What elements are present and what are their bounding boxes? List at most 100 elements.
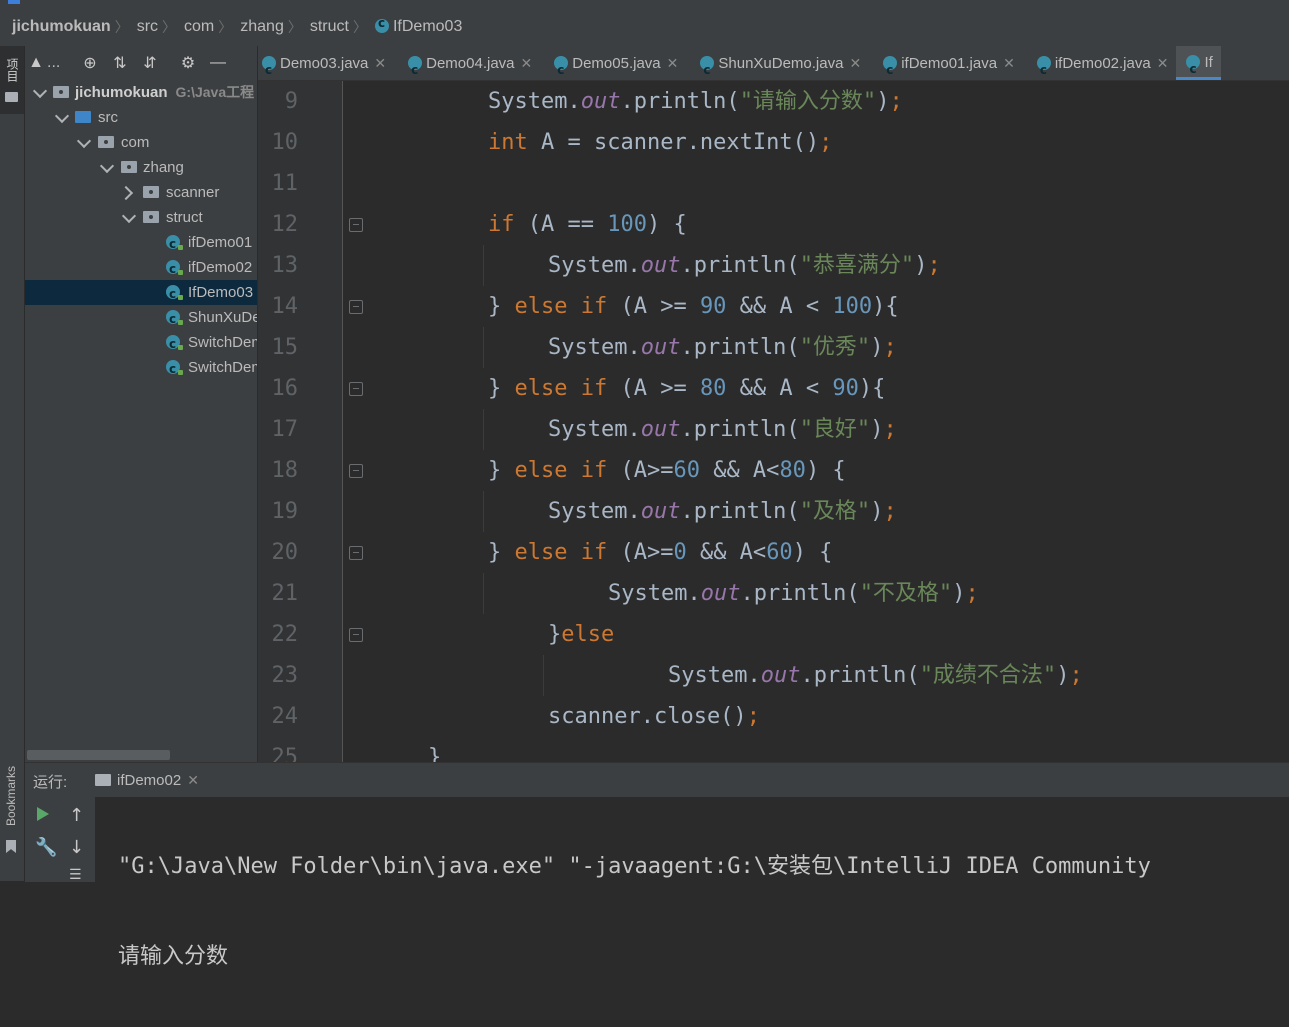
tree-file-item[interactable]: ifDemo02 xyxy=(25,255,257,282)
breadcrumb-project[interactable]: jichumokuan xyxy=(0,18,115,36)
expand-all-icon[interactable]: ⇅ xyxy=(105,53,135,73)
hide-panel-icon[interactable]: — xyxy=(203,54,233,72)
console-output[interactable]: "G:\Java\New Folder\bin\java.exe" "-java… xyxy=(118,797,1151,1027)
line-number: 14 xyxy=(271,294,299,319)
close-icon[interactable]: ✕ xyxy=(521,55,533,71)
close-icon[interactable]: ✕ xyxy=(1157,55,1169,71)
code-line: }else xyxy=(548,622,615,647)
code-line: } else if (A>=0 && A<60) { xyxy=(488,540,833,565)
tree-file-label: IfDemo03 xyxy=(188,284,254,301)
chevron-down-icon[interactable] xyxy=(76,133,92,149)
collapse-all-icon[interactable]: ⇵ xyxy=(135,53,165,73)
folder-icon xyxy=(5,92,18,102)
close-icon[interactable]: ✕ xyxy=(849,55,861,71)
tree-file-item[interactable]: SwitchDemo xyxy=(25,355,257,382)
gutter-border xyxy=(342,81,343,762)
fold-marker-icon[interactable] xyxy=(349,546,363,560)
source-folder-icon xyxy=(75,111,91,123)
code-line: } else if (A >= 90 && A < 100){ xyxy=(488,294,899,319)
locate-icon[interactable]: ⊕ xyxy=(75,53,105,73)
code-line: System.out.println("及格"); xyxy=(548,499,897,524)
rerun-icon[interactable] xyxy=(37,807,49,821)
breadcrumb-struct[interactable]: struct xyxy=(302,18,353,36)
chevron-down-icon[interactable] xyxy=(32,83,48,99)
code-line: } xyxy=(428,745,442,762)
fold-marker-icon[interactable] xyxy=(349,300,363,314)
fold-marker-icon[interactable] xyxy=(349,464,363,478)
line-number: 22 xyxy=(271,622,299,647)
tab-demo03[interactable]: Demo03.java ✕ xyxy=(258,46,394,80)
string-literal: "成绩不合法" xyxy=(919,663,1057,688)
close-icon[interactable]: ✕ xyxy=(187,772,199,788)
breadcrumb-src[interactable]: src xyxy=(129,18,162,36)
chevron-down-icon[interactable] xyxy=(121,208,137,224)
tab-label: Demo04.java xyxy=(426,55,515,72)
tree-item-com[interactable]: com xyxy=(25,130,257,155)
class-icon xyxy=(883,53,898,80)
indent-guide xyxy=(543,655,544,696)
code-line: } else if (A>=60 && A<80) { xyxy=(488,458,846,483)
breadcrumb-file-label: IfDemo03 xyxy=(392,18,463,35)
class-icon xyxy=(166,332,183,357)
breadcrumb-zhang[interactable]: zhang xyxy=(232,18,288,36)
tree-root-label: jichumokuan xyxy=(75,84,168,101)
line-number: 24 xyxy=(271,704,299,729)
scroll-down-icon[interactable]: ↓ xyxy=(69,837,84,858)
string-literal: "良好" xyxy=(799,417,871,442)
chevron-down-icon[interactable] xyxy=(54,108,70,124)
run-tab-ifdemo02[interactable]: ifDemo02 ✕ xyxy=(87,763,207,797)
tree-item-root[interactable]: jichumokuan G:\Java工程 xyxy=(25,80,257,105)
close-icon[interactable]: ✕ xyxy=(374,55,386,71)
tree-file-item[interactable]: SwitchDemo xyxy=(25,330,257,357)
tab-ifdemo02[interactable]: ifDemo02.java ✕ xyxy=(1023,46,1177,80)
project-view-more[interactable]: ... xyxy=(47,54,75,72)
line-number: 21 xyxy=(271,581,299,606)
tab-demo05[interactable]: Demo05.java ✕ xyxy=(540,46,686,80)
fold-marker-icon[interactable] xyxy=(349,218,363,232)
breadcrumb-file[interactable]: IfDemo03 xyxy=(367,16,466,36)
tree-file-item[interactable]: ifDemo01 xyxy=(25,230,257,257)
console-line: "G:\Java\New Folder\bin\java.exe" "-java… xyxy=(118,854,1151,879)
line-number: 16 xyxy=(271,376,299,401)
tab-shunxudemo[interactable]: ShunXuDemo.java ✕ xyxy=(686,46,869,80)
wrench-icon[interactable]: 🔧 xyxy=(35,837,57,858)
class-icon xyxy=(166,307,183,332)
indent-guide xyxy=(483,245,484,286)
code-editor[interactable]: 9 10 11 12 13 14 15 16 17 18 19 20 21 22… xyxy=(258,81,1289,762)
fold-marker-icon[interactable] xyxy=(349,382,363,396)
tree-file-label: SwitchDemo xyxy=(188,359,257,376)
bookmark-icon[interactable] xyxy=(6,840,16,853)
chevron-right-icon[interactable] xyxy=(118,185,134,201)
breadcrumb: jichumokuan〉 src〉 com〉 zhang〉 struct〉 If… xyxy=(0,8,1289,47)
project-tool-button[interactable]: 项目 xyxy=(0,46,24,114)
tree-item-scanner[interactable]: scanner xyxy=(25,180,257,205)
bookmarks-tool-label[interactable]: Bookmarks xyxy=(4,766,18,826)
line-number: 9 xyxy=(284,89,298,114)
breadcrumb-separator: 〉 xyxy=(287,19,302,35)
indent-guide xyxy=(483,409,484,450)
scroll-up-icon[interactable]: ↑ xyxy=(69,805,84,826)
tree-item-src[interactable]: src xyxy=(25,105,257,130)
line-number: 12 xyxy=(271,212,299,237)
breadcrumb-com[interactable]: com xyxy=(176,18,218,36)
tree-item-struct[interactable]: struct xyxy=(25,205,257,230)
line-number: 15 xyxy=(271,335,299,360)
project-view-icon[interactable]: ▲ xyxy=(25,54,47,72)
tree-file-item[interactable]: ShunXuDemo xyxy=(25,305,257,332)
tree-file-item-selected[interactable]: IfDemo03 xyxy=(25,280,257,307)
run-toolbar: ↑ 🔧 ↓ ☰ xyxy=(25,797,95,883)
package-icon xyxy=(98,136,114,148)
close-icon[interactable]: ✕ xyxy=(667,55,679,71)
chevron-down-icon[interactable] xyxy=(99,158,115,174)
close-icon[interactable]: ✕ xyxy=(1003,55,1015,71)
tree-item-zhang[interactable]: zhang xyxy=(25,155,257,180)
class-icon xyxy=(1036,53,1051,80)
gear-icon[interactable]: ⚙ xyxy=(173,53,203,73)
code-line: System.out.println("请输入分数"); xyxy=(488,89,903,114)
string-literal: "请输入分数" xyxy=(739,89,877,114)
tab-ifdemo01[interactable]: ifDemo01.java ✕ xyxy=(869,46,1023,80)
tab-ifdemo03-active[interactable]: If xyxy=(1176,46,1221,80)
tab-demo04[interactable]: Demo04.java ✕ xyxy=(394,46,540,80)
horizontal-scrollbar[interactable] xyxy=(27,750,170,760)
fold-marker-icon[interactable] xyxy=(349,628,363,642)
